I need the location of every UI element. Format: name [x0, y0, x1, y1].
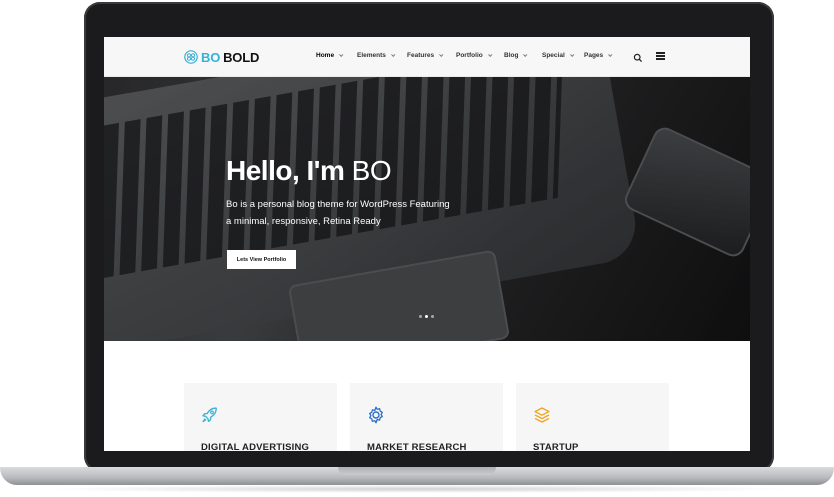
nav-item-portfolio[interactable]: Portfolio — [456, 52, 493, 59]
nav-label: Features — [407, 52, 435, 59]
nav-item-elements[interactable]: Elements — [357, 52, 396, 59]
view-portfolio-button[interactable]: Lets View Portfolio — [227, 250, 296, 269]
laptop-shadow — [40, 485, 794, 493]
nav-label: Blog — [504, 52, 519, 59]
feature-title: MARKET RESEARCH — [367, 442, 467, 451]
nav-item-pages[interactable]: Pages — [584, 52, 613, 59]
features-section: DIGITAL ADVERTISING MARKET RESEARCH STAR… — [104, 341, 750, 451]
chevron-down-icon — [608, 52, 613, 57]
laptop-notch — [338, 467, 496, 475]
nav-item-home[interactable]: Home — [316, 52, 344, 59]
nav-item-features[interactable]: Features — [407, 52, 444, 59]
rocket-icon — [202, 407, 217, 423]
hero-title-bold: Hello, I'm — [226, 155, 345, 186]
feature-title: STARTUP — [533, 442, 579, 451]
nav-item-special[interactable]: Special — [542, 52, 575, 59]
chevron-down-icon — [339, 52, 344, 57]
site-header: BO BOLD Home Elements Features Portfolio… — [104, 37, 750, 77]
hero-subtitle: Bo is a personal blog theme for WordPres… — [226, 199, 450, 227]
nav-label: Pages — [584, 52, 604, 59]
feature-title: DIGITAL ADVERTISING — [201, 442, 310, 451]
logo-prefix: BO — [201, 49, 221, 65]
hero-title: Hello, I'm BO — [226, 155, 392, 187]
chevron-down-icon — [390, 52, 396, 57]
chevron-down-icon — [487, 52, 493, 57]
slider-dot[interactable] — [419, 315, 422, 318]
nav-label: Home — [316, 52, 335, 59]
logo-name: BOLD — [223, 49, 260, 65]
nav-label: Special — [542, 52, 565, 59]
nav-label: Elements — [357, 52, 386, 59]
slider-dots — [419, 315, 434, 318]
chevron-down-icon — [569, 52, 575, 57]
slider-dot-active[interactable] — [425, 315, 428, 318]
slider-dot[interactable] — [431, 315, 434, 318]
search-icon[interactable] — [633, 53, 643, 63]
hero-title-light: BO — [351, 155, 392, 186]
laptop-screen: BO BOLD Home Elements Features Portfolio… — [104, 37, 750, 451]
feature-card-digital-advertising[interactable]: DIGITAL ADVERTISING — [184, 383, 337, 451]
hero-slider: Hello, I'm BO Bo is a personal blog them… — [104, 77, 750, 341]
feature-card-startup[interactable]: STARTUP — [516, 383, 669, 451]
nav-label: Portfolio — [456, 52, 483, 59]
chevron-down-icon — [439, 52, 444, 57]
feature-card-market-research[interactable]: MARKET RESEARCH — [350, 383, 503, 451]
nav-item-blog[interactable]: Blog — [504, 52, 528, 59]
hamburger-menu-icon[interactable] — [656, 52, 665, 60]
chevron-down-icon — [523, 52, 528, 57]
layers-icon — [534, 407, 550, 423]
logo-mark-icon — [184, 50, 198, 64]
gear-icon — [369, 406, 383, 424]
site-logo[interactable]: BO BOLD — [184, 49, 259, 65]
